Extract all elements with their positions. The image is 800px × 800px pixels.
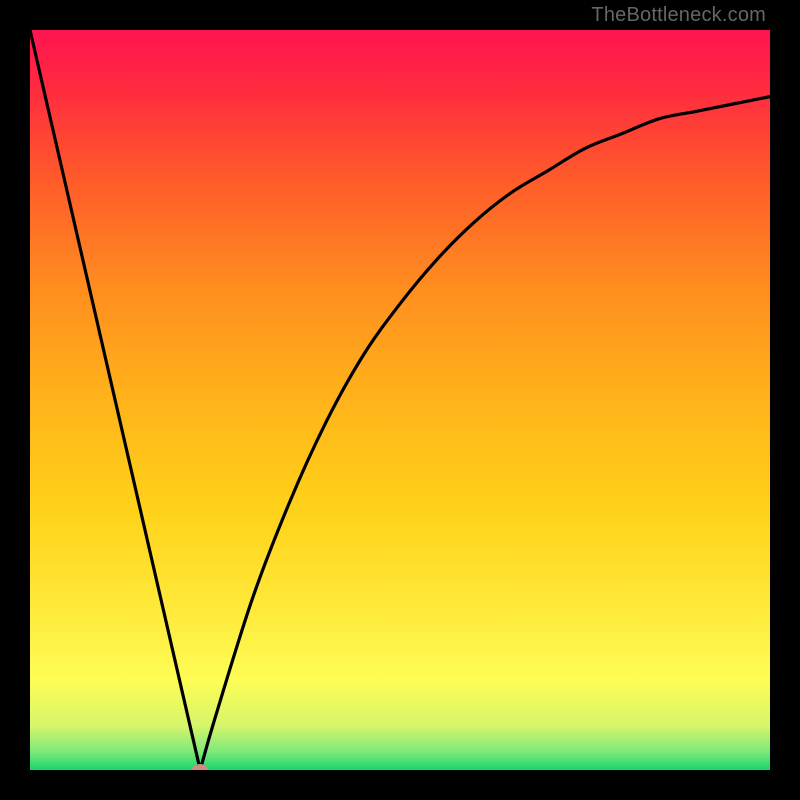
watermark-text: TheBottleneck.com — [591, 4, 766, 27]
plot-area — [30, 30, 770, 770]
curve-layer — [30, 30, 770, 770]
chart-frame: TheBottleneck.com — [0, 0, 800, 800]
minimum-marker — [192, 764, 208, 770]
bottleneck-curve — [30, 30, 770, 770]
